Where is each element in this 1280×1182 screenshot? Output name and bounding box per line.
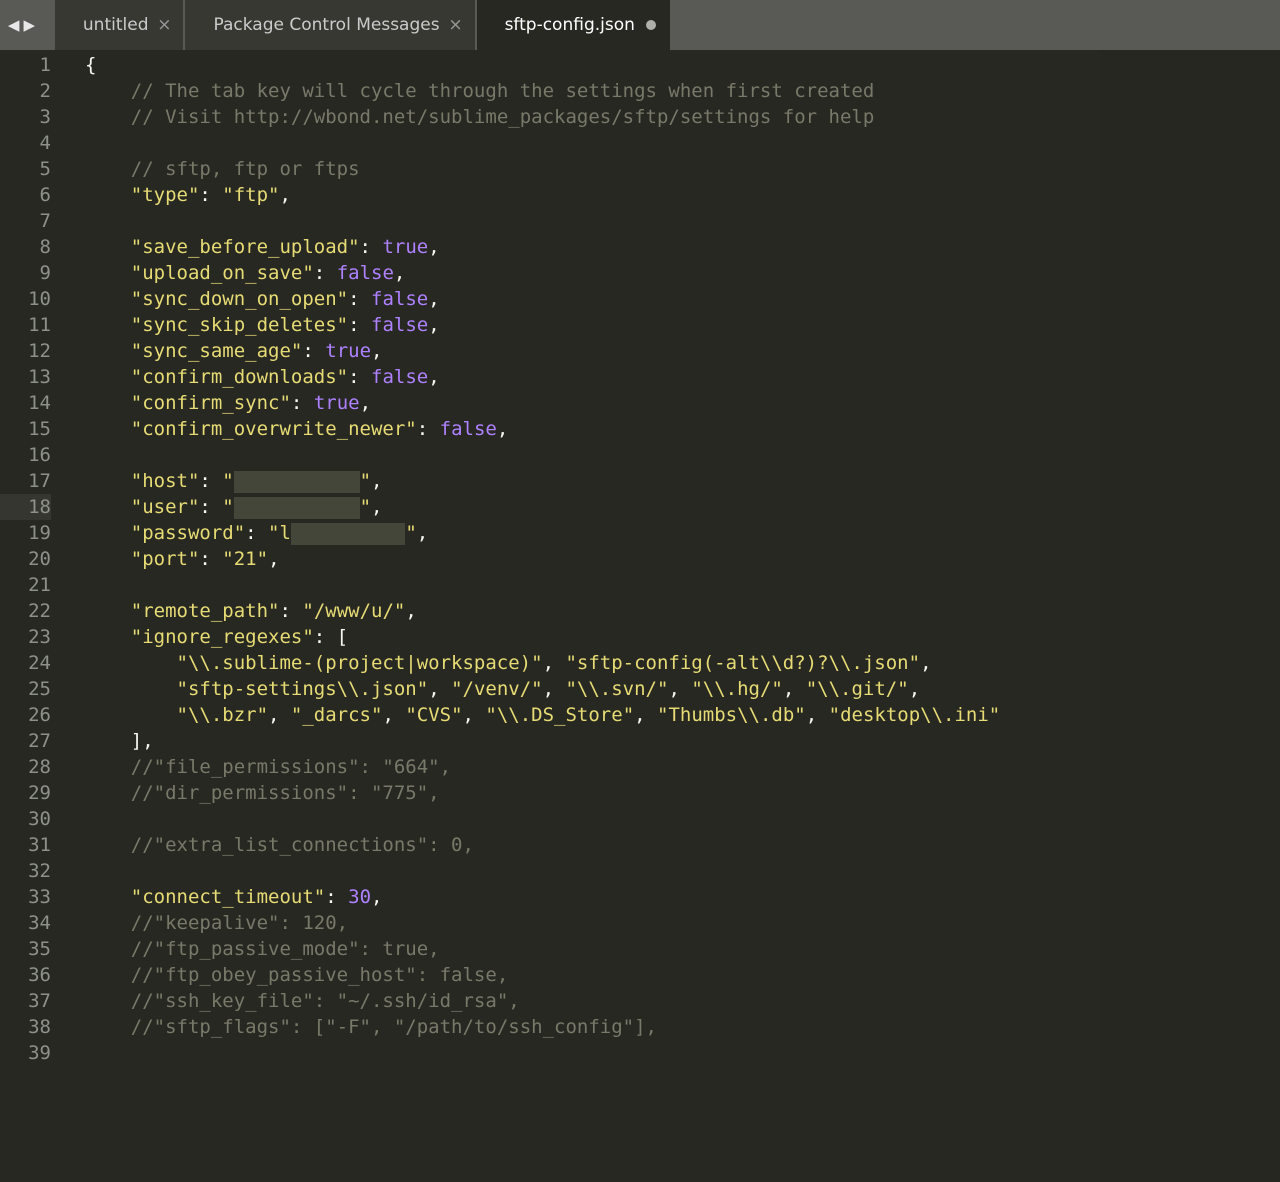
line-number: 23 [0, 624, 51, 650]
line-number: 1 [0, 52, 51, 78]
line-number: 24 [0, 650, 51, 676]
dirty-indicator-icon[interactable] [646, 20, 656, 30]
close-icon[interactable]: × [448, 0, 462, 50]
code-line[interactable] [85, 130, 1100, 156]
line-number: 22 [0, 598, 51, 624]
code-line[interactable] [85, 1040, 1100, 1066]
line-number: 34 [0, 910, 51, 936]
nav-arrows: ◀ ▶ [8, 14, 35, 36]
line-number: 3 [0, 104, 51, 130]
line-number: 16 [0, 442, 51, 468]
editor: 1234567891011121314151617181920212223242… [0, 50, 1280, 1182]
tab-bar: ◀ ▶ untitled × Package Control Messages … [0, 0, 1280, 50]
line-number: 10 [0, 286, 51, 312]
tab-untitled[interactable]: untitled × [55, 0, 184, 50]
line-number: 39 [0, 1040, 51, 1066]
code-line[interactable]: "connect_timeout": 30, [85, 884, 1100, 910]
line-number: 8 [0, 234, 51, 260]
code-line[interactable]: "remote_path": "/www/u/", [85, 598, 1100, 624]
line-number: 6 [0, 182, 51, 208]
code-line[interactable]: "confirm_sync": true, [85, 390, 1100, 416]
code-line[interactable]: "port": "21", [85, 546, 1100, 572]
code-line[interactable]: //"ssh_key_file": "~/.ssh/id_rsa", [85, 988, 1100, 1014]
code-line[interactable]: "\\.bzr", "_darcs", "CVS", "\\.DS_Store"… [85, 702, 1100, 728]
line-number: 19 [0, 520, 51, 546]
gutter: 1234567891011121314151617181920212223242… [0, 50, 65, 1182]
close-icon[interactable]: × [157, 0, 171, 50]
code-line[interactable] [85, 806, 1100, 832]
code-line[interactable] [85, 572, 1100, 598]
code-line[interactable]: // Visit http://wbond.net/sublime_packag… [85, 104, 1100, 130]
code-area[interactable]: { // The tab key will cycle through the … [65, 50, 1100, 1182]
line-number: 32 [0, 858, 51, 884]
code-line[interactable]: "upload_on_save": false, [85, 260, 1100, 286]
code-line[interactable] [85, 858, 1100, 884]
nav-back-icon[interactable]: ◀ [8, 14, 19, 36]
code-line[interactable]: { [85, 52, 1100, 78]
line-number: 28 [0, 754, 51, 780]
code-line[interactable]: //"ftp_obey_passive_host": false, [85, 962, 1100, 988]
tab-label: Package Control Messages [213, 0, 439, 50]
code-line[interactable]: "\\.sublime-(project|workspace)", "sftp-… [85, 650, 1100, 676]
line-number: 27 [0, 728, 51, 754]
code-line[interactable]: "confirm_overwrite_newer": false, [85, 416, 1100, 442]
code-line[interactable] [85, 208, 1100, 234]
line-number: 13 [0, 364, 51, 390]
tab-sftp-config[interactable]: sftp-config.json [477, 0, 670, 50]
code-line[interactable]: "password": "lxxxxxxxxxx", [85, 520, 1100, 546]
line-number: 2 [0, 78, 51, 104]
nav-forward-icon[interactable]: ▶ [23, 14, 34, 36]
line-number: 26 [0, 702, 51, 728]
minimap[interactable] [1100, 50, 1280, 1182]
line-number: 30 [0, 806, 51, 832]
line-number: 5 [0, 156, 51, 182]
line-number: 21 [0, 572, 51, 598]
line-number: 29 [0, 780, 51, 806]
code-line[interactable]: "sync_skip_deletes": false, [85, 312, 1100, 338]
line-number: 4 [0, 130, 51, 156]
code-line[interactable]: //"ftp_passive_mode": true, [85, 936, 1100, 962]
code-line[interactable]: "sync_same_age": true, [85, 338, 1100, 364]
line-number: 9 [0, 260, 51, 286]
code-line[interactable]: //"sftp_flags": ["-F", "/path/to/ssh_con… [85, 1014, 1100, 1040]
code-line[interactable]: "save_before_upload": true, [85, 234, 1100, 260]
line-number: 12 [0, 338, 51, 364]
code-line[interactable]: // sftp, ftp or ftps [85, 156, 1100, 182]
line-number: 31 [0, 832, 51, 858]
line-number: 11 [0, 312, 51, 338]
code-line[interactable]: "sync_down_on_open": false, [85, 286, 1100, 312]
line-number: 25 [0, 676, 51, 702]
line-number: 7 [0, 208, 51, 234]
line-number: 37 [0, 988, 51, 1014]
code-line[interactable]: "ignore_regexes": [ [85, 624, 1100, 650]
code-line[interactable]: // The tab key will cycle through the se… [85, 78, 1100, 104]
tab-label: sftp-config.json [505, 0, 635, 50]
code-line[interactable] [85, 442, 1100, 468]
tab-label: untitled [83, 0, 149, 50]
line-number: 33 [0, 884, 51, 910]
tab-package-control-messages[interactable]: Package Control Messages × [185, 0, 474, 50]
code-line[interactable]: "sftp-settings\\.json", "/venv/", "\\.sv… [85, 676, 1100, 702]
line-number: 14 [0, 390, 51, 416]
code-line[interactable]: "type": "ftp", [85, 182, 1100, 208]
line-number: 36 [0, 962, 51, 988]
code-line[interactable]: //"file_permissions": "664", [85, 754, 1100, 780]
code-line[interactable]: "host": "xxxxxxxxxxx", [85, 468, 1100, 494]
code-line[interactable]: "user": "xxxxxxxxxxx", [85, 494, 1100, 520]
code-line[interactable]: //"extra_list_connections": 0, [85, 832, 1100, 858]
line-number: 20 [0, 546, 51, 572]
line-number: 18 [0, 494, 51, 520]
code-line[interactable]: //"dir_permissions": "775", [85, 780, 1100, 806]
code-line[interactable]: ], [85, 728, 1100, 754]
line-number: 15 [0, 416, 51, 442]
line-number: 38 [0, 1014, 51, 1040]
code-line[interactable]: "confirm_downloads": false, [85, 364, 1100, 390]
line-number: 17 [0, 468, 51, 494]
line-number: 35 [0, 936, 51, 962]
code-line[interactable]: //"keepalive": 120, [85, 910, 1100, 936]
